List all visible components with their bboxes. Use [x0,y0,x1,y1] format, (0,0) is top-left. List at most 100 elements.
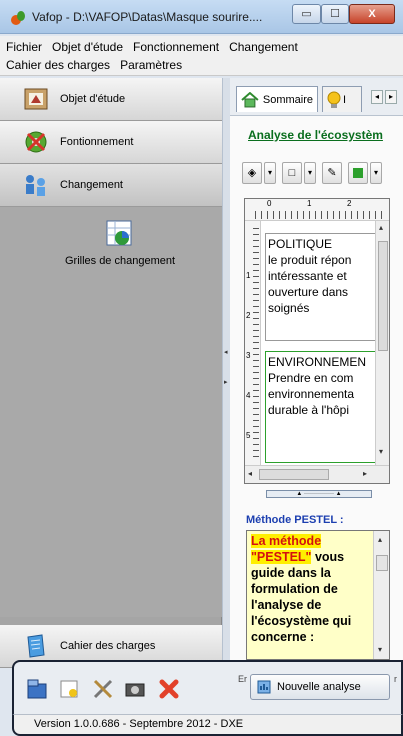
menu-changement[interactable]: Changement [229,40,298,54]
editor-vscroll-thumb[interactable] [378,241,388,351]
box1-line: le produit répon [268,253,352,267]
camera-icon[interactable] [124,678,146,700]
pestel-text: La méthode "PESTEL" vous guide dans la fo… [251,533,371,645]
nouvelle-analyse-button[interactable]: Nouvelle analyse [250,674,390,700]
expand-right-icon[interactable]: ▸ [224,378,229,386]
content-pane: Sommaire I ◂ ▸ Analyse de l'écosystèm ◈ … [230,78,403,660]
home-icon [241,91,259,107]
pestel-description[interactable]: La méthode "PESTEL" vous guide dans la fo… [246,530,390,660]
minimize-button[interactable]: ▭ [292,4,321,24]
nav-changement-panel: Grilles de changement [0,207,222,617]
study-object-icon [24,88,48,110]
tab-idea[interactable]: I [322,86,362,112]
maximize-button[interactable]: ☐ [321,4,349,24]
nav-fonctionnement[interactable]: Fontionnement [0,121,222,164]
tab-bar: Sommaire I ◂ ▸ [230,78,403,116]
menu-cahier-des-charges[interactable]: Cahier des charges [6,58,110,72]
editor-toolbar: ◈ ▾ □ ▾ ✎ ▾ [242,162,382,186]
fill-color-dropdown[interactable]: ▾ [264,162,276,184]
new-analysis-icon [257,680,271,694]
editor-vertical-scrollbar[interactable]: ▴ ▾ [375,221,389,465]
ruler-v-ticks [253,227,259,457]
nav-fonctionnement-label: Fontionnement [60,136,134,148]
title-bar[interactable]: Vafop - D:\VAFOP\Datas\Masque sourire...… [0,0,403,34]
menu-objet-etude[interactable]: Objet d'étude [52,40,123,54]
ruler-v-2: 2 [246,311,251,320]
brush-icon[interactable]: ✎ [322,162,342,184]
app-window: Vafop - D:\VAFOP\Datas\Masque sourire...… [0,0,403,736]
left-navigation: Objet d'étude Fontionnement Changement G… [0,78,222,668]
horizontal-ruler: 0 1 2 [245,199,389,221]
ruler-h-ticks [255,211,385,219]
nav-cahier-label: Cahier des charges [60,640,156,652]
change-people-icon [26,175,45,196]
menu-parametres[interactable]: Paramètres [120,58,182,72]
horizontal-splitter[interactable]: ▲ ··············· ▲ [266,490,372,498]
grilles-de-changement-item[interactable]: Grilles de changement [60,219,180,267]
politique-box[interactable]: POLITIQUE le produit répon intéressante … [265,233,389,341]
gear-icon [25,131,47,153]
nav-changement-label: Changement [60,179,123,191]
menu-fichier[interactable]: Fichier [6,40,42,54]
nav-objet-etude-label: Objet d'étude [60,93,126,105]
tools-icon[interactable] [92,678,114,700]
border-style-icon[interactable]: □ [282,162,302,184]
tab-sommaire[interactable]: Sommaire [236,86,318,112]
vertical-ruler: 1 2 3 4 5 [245,221,261,465]
menu-bar: Fichier Objet d'étude Fonctionnement Cha… [0,36,403,76]
environnement-box[interactable]: ENVIRONNEMEN Prendre en com environnemen… [265,351,389,463]
vertical-splitter[interactable]: ◂ ▸ [222,78,230,660]
ruler-h-1: 1 [307,199,312,208]
pestel-scrollbar[interactable]: ▴ ▾ [373,531,389,659]
green-square-icon[interactable] [348,162,368,184]
close-button[interactable]: X [349,4,395,24]
tab-sommaire-label: Sommaire [262,93,313,106]
box1-line: ouverture dans [268,285,349,299]
pestel-scroll-up-icon[interactable]: ▴ [378,535,382,544]
editor-horizontal-scrollbar[interactable]: ◂ ▸ [245,465,389,483]
pestel-title: Méthode PESTEL : [246,514,344,526]
pestel-highlight-2: "PESTEL" [251,550,312,564]
fill-color-icon[interactable]: ◈ [242,162,262,184]
scroll-right-icon[interactable]: ▸ [363,469,367,478]
open-folder-icon[interactable] [58,678,80,700]
ecosystem-editor[interactable]: 0 1 2 1 2 3 4 5 POLITIQUE le produit rép… [244,198,390,484]
ruler-v-4: 4 [246,391,251,400]
box2-line: ENVIRONNEMEN [268,355,367,369]
toolbar-separator-left: Er [238,674,247,684]
box2-line: environnementa [268,387,355,401]
nouvelle-analyse-label: Nouvelle analyse [277,681,361,693]
collapse-left-icon[interactable]: ◂ [224,348,229,356]
delete-icon[interactable] [158,678,180,700]
pestel-scroll-thumb[interactable] [376,555,388,571]
nav-objet-etude[interactable]: Objet d'étude [0,78,222,121]
editor-hscroll-thumb[interactable] [259,469,329,480]
bottom-toolbar: Er Nouvelle analyse r [12,660,403,714]
menu-row-2: Cahier des charges Paramètres [6,58,182,72]
pestel-scroll-down-icon[interactable]: ▾ [378,645,382,654]
border-style-dropdown[interactable]: ▾ [304,162,316,184]
ruler-v-3: 3 [246,351,251,360]
box2-line: Prendre en com [268,371,354,385]
tab-scroll-left-icon[interactable]: ◂ [371,90,383,104]
menu-row-1: Fichier Objet d'étude Fonctionnement Cha… [6,40,298,54]
box1-line: soignés [268,301,310,315]
scroll-left-icon[interactable]: ◂ [248,469,252,478]
tab-idea-label: I [343,93,347,106]
ruler-h-2: 2 [347,199,352,208]
green-square-dropdown[interactable]: ▾ [370,162,382,184]
document-icon [27,634,45,658]
nav-changement[interactable]: Changement [0,164,222,207]
new-document-icon[interactable] [26,678,48,700]
ruler-v-5: 5 [246,431,251,440]
scroll-up-icon[interactable]: ▴ [379,223,383,232]
tab-scroll-right-icon[interactable]: ▸ [385,90,397,104]
pestel-body: vous guide dans la formulation de l'anal… [251,550,352,644]
scroll-down-icon[interactable]: ▾ [379,447,383,456]
box2-line: durable à l'hôpi [268,403,350,417]
status-bar: Version 1.0.0.686 - Septembre 2012 - DXE [12,714,403,736]
toolbar-separator-right: r [394,674,397,684]
section-title: Analyse de l'écosystèm [248,128,383,142]
menu-fonctionnement[interactable]: Fonctionnement [133,40,219,54]
box1-line: POLITIQUE [268,237,333,251]
